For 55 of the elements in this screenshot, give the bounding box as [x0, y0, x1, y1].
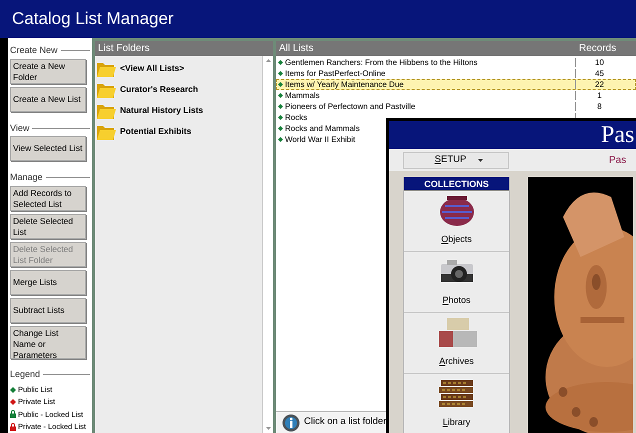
section-label: Legend [10, 368, 40, 381]
list-name[interactable]: Mammals [285, 90, 320, 100]
sidebar-button[interactable]: Create a New List [10, 86, 86, 112]
list-name: Items w/ Yearly Maintenance Due [285, 80, 404, 90]
panel-header: List Folders [95, 41, 273, 56]
subtitle-text: Pas [609, 154, 626, 168]
list-name[interactable]: Pioneers of Perfectown and Pastville [285, 102, 416, 112]
collection-label[interactable]: Objects [441, 233, 472, 246]
diamond-icon [278, 137, 283, 142]
list-name[interactable]: Gentlemen Ranchers: From the Hibbens to the Hiltons [285, 58, 478, 68]
caret-icon [478, 158, 484, 162]
status-text: Click on a list folder [304, 415, 386, 430]
diamond-icon [278, 82, 283, 87]
collection-label[interactable]: Library [442, 416, 470, 430]
column-header: Records [578, 42, 618, 56]
sidebar-button[interactable]: Change List Name or Parameters [10, 326, 86, 359]
record-count: 22 [595, 80, 604, 89]
column-header: All Lists [278, 42, 314, 56]
folder-item[interactable]: <View All Lists> [120, 62, 184, 75]
sidebar-button[interactable]: Delete Selected List [10, 214, 86, 238]
list-name[interactable]: Items for PastPerfect-Online [285, 68, 386, 78]
sidebar-button[interactable]: Merge Lists [10, 270, 86, 294]
diamond-icon [278, 71, 283, 76]
section-label: Create New [10, 44, 58, 57]
collection-label[interactable]: Photos [442, 294, 471, 308]
scroll-up-icon[interactable] [266, 59, 270, 62]
setup-menu[interactable]: SETUP [403, 152, 509, 168]
diamond-icon [278, 115, 283, 120]
list-name[interactable]: Rocks [285, 112, 308, 122]
sidebar-button[interactable]: Add Records to Selected List [10, 186, 86, 210]
window-title: Catalog List Manager [12, 8, 174, 30]
diamond-icon [278, 104, 283, 109]
diamond-icon [278, 60, 283, 65]
folder-item[interactable]: Potential Exhibits [120, 125, 192, 138]
selected-row[interactable]: Items w/ Yearly Maintenance Due 22 [276, 79, 636, 90]
diamond-icon [278, 93, 283, 98]
diamond-icon [278, 126, 283, 131]
banner-title: Pas [601, 123, 634, 147]
record-count: 45 [595, 69, 604, 78]
list-name[interactable]: Rocks and Mammals [285, 124, 360, 134]
collections-header: COLLECTIONS [404, 177, 509, 191]
boxes-icon[interactable] [436, 317, 476, 349]
scroll-down-icon[interactable] [266, 427, 270, 430]
section-label: View [10, 122, 30, 134]
list-name[interactable]: World War II Exhibit [285, 134, 356, 144]
folder-item[interactable]: Curator's Research [120, 83, 198, 96]
folder-item[interactable]: Natural History Lists [120, 104, 204, 117]
sidebar-button[interactable]: View Selected List [10, 136, 86, 161]
record-count: 1 [597, 91, 602, 100]
sidebar-button[interactable]: Create a New Folder [10, 58, 86, 84]
record-count: 10 [595, 58, 604, 67]
sidebar-button[interactable]: Subtract Lists [10, 298, 86, 322]
record-count: 8 [597, 102, 602, 111]
section-label: Manage [10, 171, 43, 184]
collection-label[interactable]: Archives [439, 355, 474, 368]
